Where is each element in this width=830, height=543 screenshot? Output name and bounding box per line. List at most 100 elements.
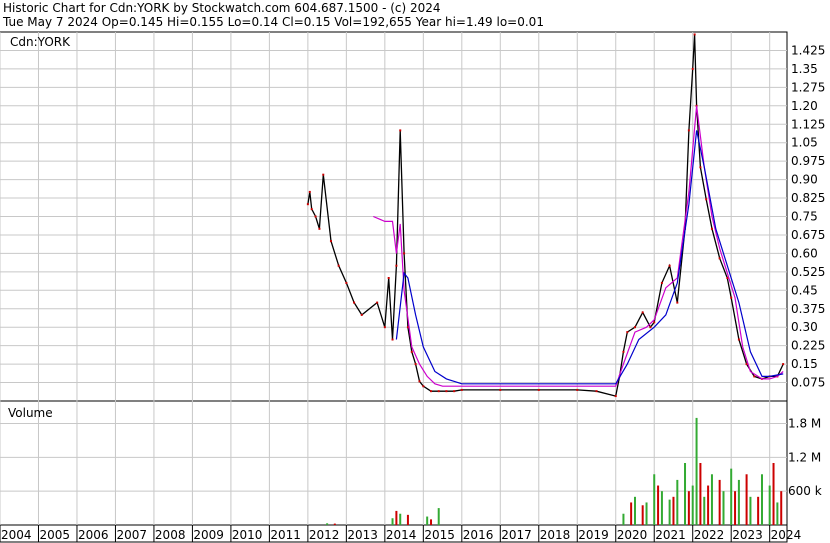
price-point [595,390,598,393]
price-point [437,390,440,393]
volume-bar [426,516,429,525]
volume-bar [772,463,775,525]
volume-bar [730,468,733,525]
price-point [737,338,740,341]
x-tick-label: 2015 [424,528,455,542]
price-point [676,301,679,304]
volume-bar [734,491,737,525]
volume-bar [657,485,660,525]
price-panel-label: Cdn:YORK [10,35,71,49]
price-point [710,227,713,230]
volume-bar [745,474,748,525]
x-tick-label: 2021 [655,528,686,542]
price-point [422,385,425,388]
price-point [414,363,417,366]
price-point [753,375,756,378]
price-point [399,129,402,132]
y-tick-label: 0.15 [791,357,818,371]
price-point [410,350,413,353]
x-tick-label: 2005 [39,528,70,542]
volume-bar [641,505,644,525]
volume-bar [430,519,433,525]
price-point [576,388,579,391]
price-point [641,311,644,314]
volume-bar [691,485,694,525]
price-point [314,215,317,218]
price-point [460,388,463,391]
price-point [705,198,708,201]
price-point [360,313,363,316]
y-tick-label: 1.20 [791,99,818,113]
price-point [453,390,456,393]
volume-bar [395,510,398,525]
x-tick-label: 2010 [232,528,263,542]
price-point [376,301,379,304]
price-point [445,390,448,393]
y-tick-label: 1.125 [791,117,825,131]
x-tick-label: 2024 [771,528,802,542]
volume-bar [333,523,336,525]
y-tick-label: 0.30 [791,320,818,334]
price-point [345,281,348,284]
x-tick-label: 2023 [732,528,763,542]
y-tick-label: 0.45 [791,283,818,297]
price-point [653,321,656,324]
volume-bar [684,463,687,525]
price-point [622,350,625,353]
volume-bar [757,496,760,525]
volume-bar [672,496,675,525]
x-tick-label: 2007 [116,528,147,542]
stock-chart: 1.425 1.35 1.275 1.20 1.125 1.05 0.975 0.90 0.82… [0,31,825,543]
y-tick-label: 0.60 [791,246,818,260]
price-point [403,252,406,255]
volume-bar [722,491,725,525]
volume-axis-ticks: 1.8 M 1.2 M 600 k [788,417,822,499]
volume-bar [437,508,440,525]
x-tick-label: 2004 [1,528,32,542]
price-point [699,166,702,169]
price-point [626,331,629,334]
price-point [718,257,721,260]
y-tick-label: 0.225 [791,339,825,353]
volume-bar [645,502,648,525]
volume-bar [668,499,671,525]
volume-bar [776,502,779,525]
price-point [395,264,398,267]
y-tick-label: 0.525 [791,265,825,279]
volume-bar [760,474,763,525]
x-tick-label: 2017 [501,528,532,542]
price-point [691,67,694,70]
price-point [337,264,340,267]
volume-bar [399,513,402,525]
volume-tick-label: 1.2 M [788,450,821,464]
y-tick-label: 0.375 [791,302,825,316]
price-point [329,240,332,243]
x-tick-label: 2009 [193,528,224,542]
volume-bar [660,491,663,525]
price-point [537,388,540,391]
volume-bar [391,518,394,525]
y-tick-label: 0.75 [791,210,818,224]
price-point [614,395,617,398]
price-point [660,281,663,284]
y-tick-label: 0.90 [791,173,818,187]
volume-bar [653,474,656,525]
x-tick-label: 2012 [309,528,340,542]
volume-tick-label: 1.8 M [788,417,821,431]
price-point [649,326,652,329]
y-tick-label: 1.35 [791,62,818,76]
x-tick-label: 2018 [540,528,571,542]
x-tick-label: 2022 [694,528,725,542]
price-point [782,363,785,366]
volume-bar [707,485,710,525]
volume-bar [749,496,752,525]
volume-bar [780,491,783,525]
volume-bar [687,491,690,525]
price-point [633,326,636,329]
volume-bar [768,485,771,525]
x-tick-label: 2008 [155,528,186,542]
price-point [499,388,502,391]
x-tick-label: 2006 [78,528,109,542]
volume-panel-label: Volume [8,406,53,420]
y-tick-label: 0.975 [791,154,825,168]
